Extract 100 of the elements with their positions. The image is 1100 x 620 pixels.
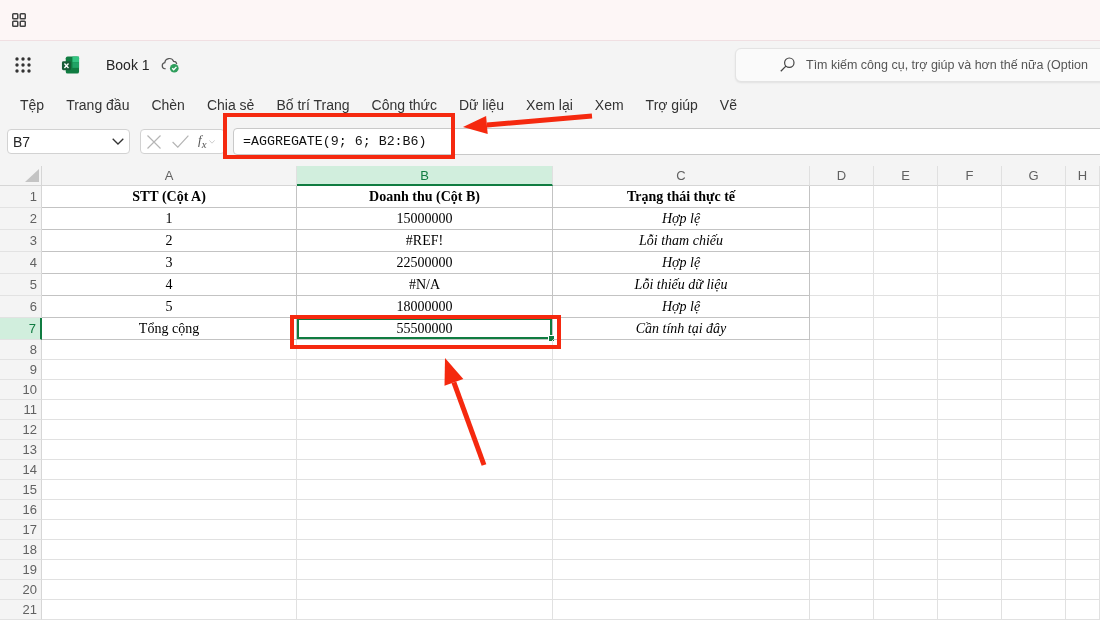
empty-cell[interactable] (553, 420, 810, 440)
empty-cell[interactable] (810, 400, 874, 420)
empty-cell[interactable] (1002, 580, 1066, 600)
empty-cell[interactable] (874, 380, 938, 400)
row-header[interactable]: 13 (0, 440, 42, 460)
table-cell[interactable]: 2 (42, 230, 297, 252)
empty-cell[interactable] (938, 480, 1002, 500)
empty-cell[interactable] (874, 274, 938, 296)
file-name[interactable]: Book 1 (106, 56, 150, 73)
empty-cell[interactable] (1066, 580, 1100, 600)
formula-field[interactable]: =AGGREGATE(9; 6; B2:B6) (233, 128, 1100, 155)
column-header[interactable]: G (1002, 166, 1066, 186)
table-cell[interactable]: Doanh thu (Cột B) (297, 186, 553, 208)
empty-cell[interactable] (874, 252, 938, 274)
empty-cell[interactable] (874, 420, 938, 440)
row-header[interactable]: 18 (0, 540, 42, 560)
empty-cell[interactable] (1066, 460, 1100, 480)
empty-cell[interactable] (874, 540, 938, 560)
empty-cell[interactable] (297, 500, 553, 520)
empty-cell[interactable] (297, 400, 553, 420)
empty-cell[interactable] (874, 208, 938, 230)
menu-tab[interactable]: Bố trí Trang (265, 90, 361, 120)
empty-cell[interactable] (1002, 460, 1066, 480)
empty-cell[interactable] (1066, 540, 1100, 560)
empty-cell[interactable] (1066, 380, 1100, 400)
row-header[interactable]: 9 (0, 360, 42, 380)
empty-cell[interactable] (1002, 380, 1066, 400)
dots-grid-icon[interactable] (15, 56, 31, 73)
empty-cell[interactable] (1002, 600, 1066, 620)
row-header[interactable]: 14 (0, 460, 42, 480)
menu-tab[interactable]: Chia sẻ (195, 90, 266, 120)
empty-cell[interactable] (874, 340, 938, 360)
empty-cell[interactable] (1066, 420, 1100, 440)
empty-cell[interactable] (297, 600, 553, 620)
row-header[interactable]: 3 (0, 230, 42, 252)
empty-cell[interactable] (938, 380, 1002, 400)
empty-cell[interactable] (1002, 360, 1066, 380)
column-header[interactable]: A (42, 166, 297, 186)
empty-cell[interactable] (297, 580, 553, 600)
empty-cell[interactable] (938, 252, 1002, 274)
menu-tab[interactable]: Trợ giúp (634, 90, 709, 120)
table-cell[interactable]: 5 (42, 296, 297, 318)
empty-cell[interactable] (938, 500, 1002, 520)
empty-cell[interactable] (553, 600, 810, 620)
chevron-down-icon[interactable] (112, 138, 124, 145)
empty-cell[interactable] (938, 186, 1002, 208)
empty-cell[interactable] (1066, 520, 1100, 540)
empty-cell[interactable] (810, 560, 874, 580)
menu-tab[interactable]: Vẽ (708, 90, 748, 120)
table-cell[interactable]: #N/A (297, 274, 553, 296)
empty-cell[interactable] (1066, 480, 1100, 500)
empty-cell[interactable] (1002, 252, 1066, 274)
table-cell[interactable]: Trạng thái thực tế (553, 186, 810, 208)
function-button[interactable]: f$_{x}$ (198, 133, 207, 150)
empty-cell[interactable] (874, 500, 938, 520)
empty-cell[interactable] (810, 186, 874, 208)
empty-cell[interactable] (938, 230, 1002, 252)
empty-cell[interactable] (1066, 340, 1100, 360)
empty-cell[interactable] (297, 520, 553, 540)
cross-icon[interactable] (147, 134, 161, 149)
empty-cell[interactable] (1002, 274, 1066, 296)
empty-cell[interactable] (938, 440, 1002, 460)
row-header[interactable]: 10 (0, 380, 42, 400)
empty-cell[interactable] (938, 360, 1002, 380)
square-handle-icon[interactable] (548, 335, 555, 342)
empty-cell[interactable] (1002, 340, 1066, 360)
empty-cell[interactable] (874, 400, 938, 420)
empty-cell[interactable] (1066, 318, 1100, 340)
empty-cell[interactable] (810, 340, 874, 360)
empty-cell[interactable] (1002, 400, 1066, 420)
row-header[interactable]: 5 (0, 274, 42, 296)
empty-cell[interactable] (1066, 252, 1100, 274)
row-header[interactable]: 11 (0, 400, 42, 420)
empty-cell[interactable] (1002, 560, 1066, 580)
empty-cell[interactable] (1066, 274, 1100, 296)
empty-cell[interactable] (810, 380, 874, 400)
empty-cell[interactable] (1002, 186, 1066, 208)
empty-cell[interactable] (874, 580, 938, 600)
empty-cell[interactable] (1002, 520, 1066, 540)
table-cell[interactable]: 22500000 (297, 252, 553, 274)
menu-tab[interactable]: Xem (583, 90, 635, 120)
check-icon[interactable] (172, 135, 189, 148)
empty-cell[interactable] (810, 520, 874, 540)
row-header[interactable]: 21 (0, 600, 42, 620)
empty-cell[interactable] (297, 560, 553, 580)
row-header[interactable]: 12 (0, 420, 42, 440)
corner-triangle-icon[interactable] (25, 169, 39, 182)
empty-cell[interactable] (553, 540, 810, 560)
table-cell[interactable]: 3 (42, 252, 297, 274)
empty-cell[interactable] (1066, 360, 1100, 380)
empty-cell[interactable] (874, 230, 938, 252)
empty-cell[interactable] (810, 274, 874, 296)
empty-cell[interactable] (874, 318, 938, 340)
table-cell[interactable]: Hợp lệ (553, 296, 810, 318)
column-header[interactable]: F (938, 166, 1002, 186)
table-cell[interactable]: 1 (42, 208, 297, 230)
empty-cell[interactable] (938, 318, 1002, 340)
empty-cell[interactable] (810, 208, 874, 230)
empty-cell[interactable] (938, 420, 1002, 440)
menu-tab[interactable]: Dữ liệu (447, 90, 516, 120)
